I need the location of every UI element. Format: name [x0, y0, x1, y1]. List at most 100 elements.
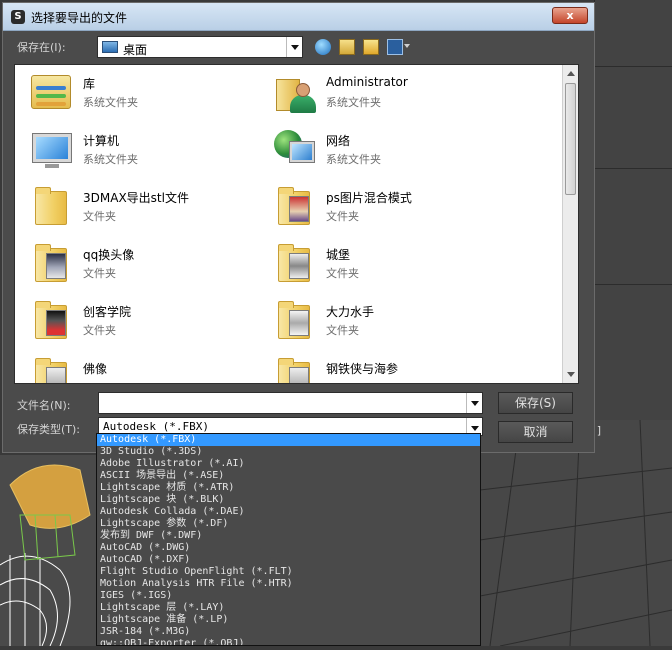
file-type-option[interactable]: Motion Analysis HTR File (*.HTR) — [97, 578, 480, 590]
file-type-option[interactable]: Lightscape 准备 (*.LP) — [97, 614, 480, 626]
file-type-option[interactable]: AutoCAD (*.DWG) — [97, 542, 480, 554]
list-item[interactable]: 计算机 系统文件夹 — [21, 124, 261, 176]
library-icon — [29, 71, 73, 113]
list-item[interactable]: 库 系统文件夹 — [21, 67, 261, 119]
file-name: ps图片混合模式 — [326, 191, 412, 205]
file-type-option[interactable]: Lightscape 参数 (*.DF) — [97, 518, 480, 530]
file-name: qq换头像 — [83, 248, 135, 262]
file-type: 系统文件夹 — [83, 96, 138, 109]
file-type: 文件夹 — [326, 267, 359, 280]
file-type-option[interactable]: AutoCAD (*.DXF) — [97, 554, 480, 566]
file-type-label: 保存类型(T): — [17, 423, 81, 436]
perspective-viewport[interactable] — [479, 419, 672, 647]
file-name: 城堡 — [326, 248, 351, 262]
list-item[interactable]: 大力水手 文件夹 — [264, 295, 504, 347]
file-name: 库 — [83, 77, 96, 91]
file-name: 大力水手 — [326, 305, 375, 319]
network-icon — [272, 128, 316, 170]
file-type-option[interactable]: Adobe Illustrator (*.AI) — [97, 458, 480, 470]
save-button[interactable]: 保存(S) — [498, 392, 573, 414]
dialog-title-bar[interactable]: S 选择要导出的文件 x — [3, 3, 594, 31]
file-name-input[interactable] — [98, 392, 483, 414]
file-type: 文件夹 — [83, 324, 116, 337]
file-name-label: 文件名(N): — [17, 399, 71, 412]
viewport-label: ] — [596, 424, 603, 437]
file-type-option[interactable]: 发布到 DWF (*.DWF) — [97, 530, 480, 542]
file-type-option[interactable]: JSR-184 (*.M3G) — [97, 626, 480, 638]
file-type: 系统文件夹 — [326, 96, 381, 109]
back-icon[interactable] — [315, 39, 331, 55]
file-list[interactable]: 库 系统文件夹 Administrator 系统文件夹 计算机 系统文件夹 网络 — [14, 64, 579, 384]
close-button[interactable]: x — [552, 7, 588, 24]
folder-icon — [272, 242, 316, 284]
file-type-option[interactable]: Flight Studio OpenFlight (*.FLT) — [97, 566, 480, 578]
up-folder-icon[interactable] — [339, 39, 355, 55]
save-in-label: 保存在(I): — [17, 41, 66, 54]
command-panel — [594, 0, 672, 420]
file-type-option[interactable]: Lightscape 层 (*.LAY) — [97, 602, 480, 614]
file-name: Administrator — [326, 75, 408, 89]
scroll-up-icon[interactable] — [567, 71, 575, 76]
list-item[interactable]: 佛像 — [21, 352, 261, 383]
folder-icon — [272, 185, 316, 227]
file-type: 文件夹 — [326, 210, 359, 223]
list-item[interactable]: qq换头像 文件夹 — [21, 238, 261, 290]
file-type: 文件夹 — [83, 267, 116, 280]
file-type-option[interactable]: Autodesk Collada (*.DAE) — [97, 506, 480, 518]
list-item[interactable]: ps图片混合模式 文件夹 — [264, 181, 504, 233]
vertical-scrollbar[interactable] — [562, 65, 578, 383]
list-item[interactable]: 城堡 文件夹 — [264, 238, 504, 290]
folder-icon — [29, 356, 73, 383]
list-item[interactable]: 钢铁侠与海参 — [264, 352, 504, 383]
file-type-option[interactable]: IGES (*.IGS) — [97, 590, 480, 602]
file-type: 文件夹 — [326, 324, 359, 337]
dialog-title: 选择要导出的文件 — [31, 11, 128, 25]
file-type: 文件夹 — [83, 210, 116, 223]
file-type-option[interactable]: Lightscape 材质 (*.ATR) — [97, 482, 480, 494]
folder-icon — [29, 242, 73, 284]
3dsmax-app-icon: S — [11, 10, 25, 24]
computer-icon — [29, 128, 73, 170]
folder-icon — [29, 185, 73, 227]
file-name: 佛像 — [83, 362, 108, 376]
file-name: 钢铁侠与海参 — [326, 362, 399, 376]
list-item[interactable]: 创客学院 文件夹 — [21, 295, 261, 347]
viewport-grid — [479, 419, 672, 647]
file-type-list[interactable]: Autodesk (*.FBX) 3D Studio (*.3DS) Adobe… — [96, 433, 481, 646]
scrollbar-thumb[interactable] — [565, 83, 576, 195]
folder-icon — [272, 356, 316, 383]
file-type-option[interactable]: ASCII 场景导出 (*.ASE) — [97, 470, 480, 482]
save-in-value: 桌面 — [123, 43, 148, 57]
wireframe-model — [0, 464, 91, 647]
left-viewport[interactable] — [0, 455, 96, 647]
panel-divider — [595, 284, 672, 285]
folder-icon — [29, 299, 73, 341]
file-type: 系统文件夹 — [326, 153, 381, 166]
cancel-button[interactable]: 取消 — [498, 421, 573, 443]
file-type: 系统文件夹 — [83, 153, 138, 166]
file-type-option[interactable]: gw::OBJ-Exporter (*.OBJ) — [97, 638, 480, 645]
file-type-option[interactable]: Autodesk (*.FBX) — [97, 434, 480, 446]
file-name: 创客学院 — [83, 305, 132, 319]
scroll-down-icon[interactable] — [567, 372, 575, 377]
new-folder-icon[interactable] — [363, 39, 379, 55]
view-menu-icon[interactable] — [387, 39, 403, 55]
folder-icon — [272, 299, 316, 341]
file-name: 3DMAX导出stl文件 — [83, 191, 189, 205]
list-item[interactable]: 网络 系统文件夹 — [264, 124, 504, 176]
file-type-value: Autodesk (*.FBX) — [103, 420, 209, 433]
file-type-option[interactable]: Lightscape 块 (*.BLK) — [97, 494, 480, 506]
desktop-icon — [102, 41, 118, 53]
file-type-option[interactable]: 3D Studio (*.3DS) — [97, 446, 480, 458]
chevron-down-icon[interactable] — [404, 44, 410, 48]
panel-divider — [595, 66, 672, 67]
list-item[interactable]: 3DMAX导出stl文件 文件夹 — [21, 181, 261, 233]
chevron-down-icon[interactable] — [466, 393, 482, 413]
chevron-down-icon[interactable] — [286, 37, 302, 57]
file-name: 计算机 — [83, 134, 120, 148]
panel-divider — [595, 168, 672, 169]
list-item[interactable]: Administrator 系统文件夹 — [264, 67, 504, 119]
file-name: 网络 — [326, 134, 351, 148]
save-in-dropdown[interactable]: 桌面 — [97, 36, 303, 58]
export-file-dialog: S 选择要导出的文件 x 保存在(I): 桌面 库 系统文件夹 Administ… — [2, 2, 595, 453]
